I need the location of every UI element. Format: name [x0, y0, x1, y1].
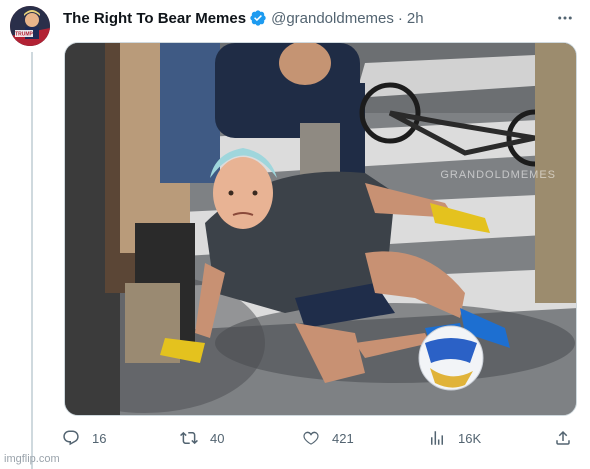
tweet-timestamp[interactable]: 2h: [407, 10, 424, 27]
reply-button[interactable]: 16: [62, 428, 106, 448]
like-count: 421: [332, 430, 354, 446]
more-icon: [558, 16, 572, 20]
photo-watermark: GRANDOLDMEMES: [440, 169, 556, 181]
tweet[interactable]: TRUMP The Right To Bear Memes @grandoldm…: [0, 0, 590, 469]
share-button[interactable]: [554, 428, 572, 448]
author-handle[interactable]: @grandoldmemes: [271, 10, 394, 27]
retweet-button[interactable]: 40: [180, 428, 224, 448]
avatar-text: TRUMP: [15, 32, 33, 38]
photo-scene: [65, 43, 576, 415]
author-display-name[interactable]: The Right To Bear Memes: [63, 10, 246, 27]
heart-icon: [303, 431, 319, 445]
reply-count: 16: [92, 430, 107, 446]
avatar-image: TRUMP: [10, 6, 50, 46]
views-count: 16K: [458, 430, 482, 446]
reply-icon: [63, 430, 79, 446]
share-icon: [556, 430, 570, 445]
retweet-count: 40: [210, 430, 225, 446]
separator-dot: ·: [397, 9, 403, 27]
retweet-icon: [180, 431, 198, 445]
avatar-column: TRUMP: [10, 6, 52, 469]
tweet-media-photo[interactable]: GRANDOLDMEMES: [64, 42, 577, 416]
tweet-header: The Right To Bear Memes @grandoldmemes ·…: [63, 8, 424, 28]
views-button[interactable]: 16K: [428, 428, 481, 448]
tweet-actions-bar: 16 40 421 16K: [62, 428, 574, 448]
more-options-button[interactable]: [554, 8, 576, 28]
thread-line: [31, 52, 33, 469]
imgflip-watermark: imgflip.com: [4, 453, 60, 465]
like-button[interactable]: 421: [302, 428, 354, 448]
avatar[interactable]: TRUMP: [10, 6, 50, 46]
verified-badge-icon: [249, 9, 267, 27]
views-icon: [431, 431, 443, 445]
